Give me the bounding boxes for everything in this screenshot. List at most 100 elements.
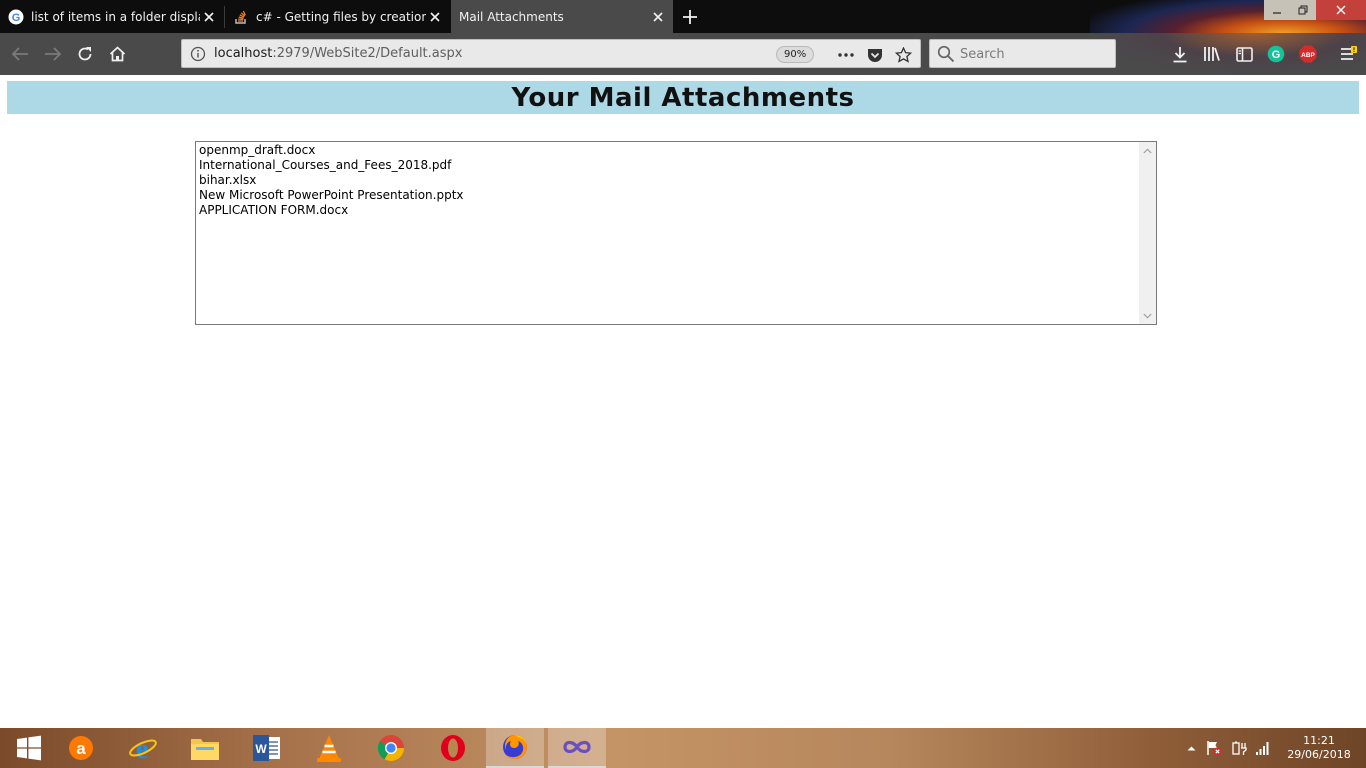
restore-button[interactable] (1290, 0, 1316, 20)
google-icon: G (8, 9, 24, 25)
svg-text:G: G (1272, 49, 1281, 61)
avast-icon: a (69, 736, 93, 760)
forward-button[interactable] (40, 41, 66, 67)
grammarly-extension-button[interactable]: G (1265, 43, 1287, 65)
scroll-up-button[interactable] (1139, 142, 1156, 159)
windows-taskbar: a e W 11:21 29/06/2018 (0, 728, 1366, 768)
page-viewport: Your Mail Attachments openmp_draft.docx … (0, 75, 1366, 728)
url-path: :2979/WebSite2/Default.aspx (272, 46, 463, 61)
search-icon (937, 45, 955, 63)
flag-warning-icon (1207, 741, 1222, 756)
show-hidden-icons-button[interactable] (1183, 740, 1199, 756)
tab-stackoverflow[interactable]: c# - Getting files by creation da (225, 0, 450, 33)
list-item[interactable]: New Microsoft PowerPoint Presentation.pp… (199, 188, 464, 203)
svg-text:G: G (12, 12, 21, 24)
tab-google-search[interactable]: G list of items in a folder displayin (0, 0, 224, 33)
svg-text:ABP: ABP (1301, 52, 1315, 59)
list-item[interactable]: openmp_draft.docx (199, 143, 464, 158)
zoom-level-badge[interactable]: 90% (776, 46, 815, 63)
close-tab-icon[interactable] (426, 8, 444, 26)
taskbar-file-explorer[interactable] (176, 728, 234, 768)
tab-strip: G list of items in a folder displayin c#… (0, 0, 1366, 33)
downloads-button[interactable] (1169, 43, 1191, 65)
tab-mail-attachments[interactable]: Mail Attachments (451, 0, 673, 33)
theme-artwork (1090, 33, 1366, 75)
reload-icon (78, 47, 92, 61)
sidebar-button[interactable] (1233, 43, 1255, 65)
taskbar-firefox[interactable] (486, 728, 544, 768)
list-item[interactable]: APPLICATION FORM.docx (199, 203, 464, 218)
taskbar-chrome[interactable] (362, 728, 420, 768)
list-item[interactable]: bihar.xlsx (199, 173, 464, 188)
power-status[interactable] (1231, 740, 1247, 756)
library-button[interactable] (1201, 43, 1223, 65)
stackoverflow-icon (233, 9, 249, 25)
restore-icon (1298, 5, 1308, 15)
close-tab-icon[interactable] (200, 8, 218, 26)
list-item[interactable]: International_Courses_and_Fees_2018.pdf (199, 158, 464, 173)
minimize-icon (1273, 12, 1281, 14)
plus-icon (683, 10, 697, 24)
word-icon: W (253, 735, 280, 761)
forward-arrow-icon (45, 47, 62, 61)
page-actions-icon[interactable] (837, 46, 855, 64)
attachments-listbox[interactable]: openmp_draft.docx International_Courses_… (195, 141, 1157, 325)
opera-icon (441, 735, 465, 761)
reload-button[interactable] (72, 41, 98, 67)
windows-logo-icon (17, 735, 41, 761)
pocket-icon[interactable] (866, 46, 884, 64)
url-host: localhost (214, 46, 273, 61)
listbox-scrollbar[interactable] (1139, 142, 1156, 324)
clock-time: 11:21 (1303, 734, 1335, 747)
taskbar-internet-explorer[interactable]: e (114, 728, 172, 768)
close-tab-icon[interactable] (649, 8, 667, 26)
search-placeholder: Search (960, 47, 1005, 62)
url-bar[interactable]: localhost:2979/WebSite2/Default.aspx 90% (181, 39, 921, 68)
taskbar-clock[interactable]: 11:21 29/06/2018 (1284, 734, 1354, 762)
hamburger-menu-icon (1341, 46, 1357, 60)
url-text[interactable]: localhost:2979/WebSite2/Default.aspx (214, 46, 462, 61)
start-button[interactable] (0, 728, 58, 768)
taskbar-avast[interactable]: a (52, 728, 110, 768)
info-icon[interactable] (190, 46, 206, 62)
taskbar-visual-studio[interactable] (548, 728, 606, 768)
download-icon (1173, 46, 1187, 62)
page-header-banner: Your Mail Attachments (7, 81, 1359, 114)
clock-date: 29/06/2018 (1287, 748, 1351, 761)
back-button[interactable] (7, 41, 33, 67)
internet-explorer-icon: e (129, 734, 157, 763)
svg-text:a: a (76, 739, 86, 758)
menu-button[interactable] (1337, 43, 1359, 65)
minimize-button[interactable] (1264, 0, 1290, 20)
close-window-button[interactable] (1316, 0, 1366, 20)
taskbar-vlc[interactable] (300, 728, 358, 768)
home-icon (109, 46, 125, 62)
visual-studio-icon (563, 740, 591, 754)
chrome-icon (377, 735, 405, 762)
folder-icon (191, 739, 219, 760)
library-icon (1204, 47, 1220, 61)
firefox-icon (503, 735, 527, 759)
new-tab-button[interactable] (679, 6, 701, 28)
close-icon (1336, 5, 1346, 15)
search-bar[interactable]: Search (929, 39, 1116, 68)
adblock-plus-icon: ABP (1299, 45, 1317, 63)
sidebar-icon (1235, 46, 1253, 62)
tab-label: list of items in a folder displayin (31, 9, 200, 24)
navigation-toolbar: localhost:2979/WebSite2/Default.aspx 90%… (0, 33, 1366, 75)
page-title: Your Mail Attachments (511, 82, 855, 113)
home-button[interactable] (104, 41, 130, 67)
scroll-down-button[interactable] (1139, 307, 1156, 324)
chevron-down-icon (1143, 313, 1152, 319)
adblock-plus-button[interactable]: ABP (1297, 43, 1319, 65)
action-center-flag[interactable] (1206, 740, 1222, 756)
tab-label: c# - Getting files by creation da (256, 9, 426, 24)
chevron-up-icon (1143, 147, 1152, 153)
svg-text:W: W (255, 742, 267, 756)
taskbar-word[interactable]: W (238, 728, 296, 768)
back-arrow-icon (11, 47, 28, 61)
network-status[interactable] (1255, 740, 1271, 756)
bookmark-star-icon[interactable] (894, 46, 912, 64)
signal-bars-icon (1256, 742, 1269, 755)
taskbar-opera[interactable] (424, 728, 482, 768)
